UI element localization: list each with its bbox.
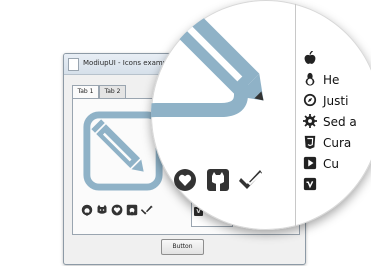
compass-icon bbox=[303, 93, 317, 107]
gear-icon bbox=[303, 114, 317, 128]
github-square-icon-zoomed bbox=[207, 169, 229, 191]
list-border bbox=[295, 0, 296, 230]
github-square-icon bbox=[126, 204, 138, 216]
icon-text-list: He Justi Sed a Cura Cu bbox=[301, 0, 371, 230]
main-button-label: Button bbox=[172, 243, 193, 250]
play-icon bbox=[303, 156, 317, 170]
heart-icon bbox=[111, 204, 123, 216]
tab-1[interactable]: Tab 1 bbox=[72, 85, 99, 99]
pencil-icon-zoomed bbox=[151, 8, 264, 118]
main-button[interactable]: Button bbox=[161, 239, 204, 255]
github-icon bbox=[81, 204, 93, 216]
tab-2-label: Tab 2 bbox=[104, 88, 121, 95]
github-alt-icon bbox=[97, 204, 107, 214]
css3-icon bbox=[304, 135, 316, 149]
list-item-gear-text: Sed a bbox=[323, 115, 357, 129]
linux-icon bbox=[305, 72, 315, 86]
checkmark-icon-zoomed bbox=[239, 170, 262, 189]
list-item-css3-text: Cura bbox=[323, 136, 352, 150]
vimeo-icon bbox=[303, 177, 317, 191]
list-item-linux-text: He bbox=[323, 73, 340, 87]
apple-icon bbox=[304, 51, 316, 64]
tab-1-label: Tab 1 bbox=[77, 88, 94, 95]
document-icon bbox=[68, 58, 79, 71]
tab-2[interactable]: Tab 2 bbox=[99, 85, 126, 98]
heart-icon-zoomed bbox=[174, 169, 196, 191]
list-item-play-text: Cu bbox=[323, 157, 339, 171]
list-item-compass-text: Justi bbox=[323, 94, 349, 108]
magnifier-lens: He Justi Sed a Cura Cu bbox=[151, 0, 371, 230]
